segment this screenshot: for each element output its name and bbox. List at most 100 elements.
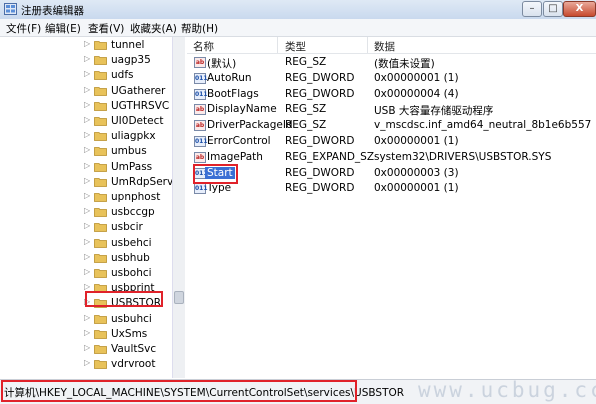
tree-item-label: UGTHRSVC	[111, 99, 170, 112]
tree-item[interactable]: ▷ tunnel	[84, 38, 172, 53]
folder-icon	[94, 101, 107, 111]
menu-help[interactable]: 帮助(H)	[181, 21, 218, 36]
path-highlight-box	[1, 380, 357, 402]
menu-edit[interactable]: 编辑(E)	[45, 21, 81, 36]
start-value-highlight-box	[193, 164, 238, 184]
tree-item[interactable]: ▷ UmPass	[84, 160, 172, 175]
expand-arrow-icon[interactable]: ▷	[84, 54, 90, 63]
tree-item-label: tunnel	[111, 39, 145, 51]
expand-arrow-icon[interactable]: ▷	[84, 328, 90, 337]
folder-icon	[94, 41, 107, 50]
tree-item[interactable]: ▷ vdrvroot	[84, 357, 172, 372]
minimize-button[interactable]: –	[522, 1, 542, 17]
tree-item-label: usbcir	[111, 221, 143, 234]
folder-icon	[94, 177, 107, 187]
registry-value-row[interactable]: ab DriverPackageId REG_SZ v_mscdsc.inf_amd6…	[187, 118, 596, 134]
registry-value-row[interactable]: ab (默认) REG_SZ (数值未设置)	[187, 55, 596, 71]
tree-item[interactable]: ▷ umbus	[84, 144, 172, 159]
folder-icon	[94, 360, 107, 370]
tree-item[interactable]: ▷ usbccgp	[84, 205, 172, 220]
expand-arrow-icon[interactable]: ▷	[84, 267, 90, 276]
folder-icon	[94, 56, 107, 66]
value-list-header: 名称 类型 数据	[187, 37, 596, 54]
value-data: v_mscdsc.inf_amd64_neutral_8b1e6b55729c3…	[374, 119, 592, 132]
folder-icon	[94, 162, 107, 172]
expand-arrow-icon[interactable]: ▷	[84, 161, 90, 170]
folder-icon	[94, 269, 107, 278]
tree-item[interactable]: ▷ UI0Detect	[84, 114, 172, 129]
tree-item[interactable]: ▷ UxSms	[84, 327, 172, 342]
value-name: Type	[207, 182, 232, 195]
tree-item[interactable]: ▷ uagp35	[84, 53, 172, 68]
expand-arrow-icon[interactable]: ▷	[84, 191, 90, 200]
expand-arrow-icon[interactable]: ▷	[84, 221, 90, 230]
tree-item[interactable]: ▷ usbehci	[84, 236, 172, 251]
tree-item[interactable]: ▷ upnphost	[84, 190, 172, 205]
value-name: AutoRun	[207, 71, 252, 84]
registry-value-row[interactable]: 011 Start REG_DWORD 0x00000003 (3)	[187, 166, 596, 182]
expand-arrow-icon[interactable]: ▷	[84, 237, 90, 246]
registry-value-row[interactable]: 011 AutoRun REG_DWORD 0x00000001 (1)	[187, 71, 596, 87]
expand-arrow-icon[interactable]: ▷	[84, 358, 90, 367]
column-name-header[interactable]: 名称	[193, 39, 214, 54]
expand-arrow-icon[interactable]: ▷	[84, 206, 90, 215]
value-data: USB 大容量存储驱动程序	[374, 105, 494, 118]
value-name: ErrorControl	[207, 135, 271, 147]
expand-arrow-icon[interactable]: ▷	[84, 343, 90, 352]
title-bar: 注册表编辑器 – □ X	[0, 0, 596, 20]
tree-scrollbar[interactable]	[172, 37, 185, 378]
registry-value-row[interactable]: ab ImagePath REG_EXPAND_SZ system32\DRIVERS…	[187, 150, 596, 166]
tree-item-label: usbhub	[111, 251, 150, 264]
string-value-icon: ab	[194, 104, 206, 116]
folder-icon	[94, 71, 107, 81]
tree-item[interactable]: ▷ usbohci	[84, 266, 172, 281]
expand-arrow-icon[interactable]: ▷	[84, 115, 90, 124]
tree-item[interactable]: ▷ usbcir	[84, 220, 172, 235]
tree-item[interactable]: ▷ UGTHRSVC	[84, 99, 172, 114]
expand-arrow-icon[interactable]: ▷	[84, 252, 90, 261]
folder-icon	[94, 238, 107, 248]
value-data: 0x00000003 (3)	[374, 166, 459, 179]
tree-item[interactable]: ▷ udfs	[84, 68, 172, 83]
expand-arrow-icon[interactable]: ▷	[84, 130, 90, 139]
column-divider[interactable]	[367, 37, 368, 53]
tree-item[interactable]: ▷ uliagpkx	[84, 129, 172, 144]
expand-arrow-icon[interactable]: ▷	[84, 69, 90, 78]
tree-scrollbar-thumb[interactable]	[174, 291, 184, 304]
tree-item[interactable]: ▷ VaultSvc	[84, 342, 172, 357]
close-button[interactable]: X	[563, 1, 596, 17]
column-type-header[interactable]: 类型	[285, 39, 306, 54]
menu-file[interactable]: 文件(F)	[6, 21, 41, 36]
menu-view[interactable]: 查看(V)	[88, 21, 124, 36]
tree-item[interactable]: ▷ UGatherer	[84, 84, 172, 99]
tree-item-label: vdrvroot	[111, 358, 156, 371]
binary-value-icon: 011	[194, 72, 208, 84]
menu-bar: 文件(F) 编辑(E) 查看(V) 收藏夹(A) 帮助(H)	[0, 19, 596, 37]
value-type: REG_DWORD	[285, 166, 355, 179]
tree-item[interactable]: ▷ usbhub	[84, 251, 172, 266]
column-divider[interactable]	[277, 37, 278, 53]
tree-item[interactable]: ▷ usbuhci	[84, 312, 172, 327]
registry-value-row[interactable]: 011 BootFlags REG_DWORD 0x00000004 (4)	[187, 87, 596, 103]
expand-arrow-icon[interactable]: ▷	[84, 176, 90, 185]
expand-arrow-icon[interactable]: ▷	[84, 100, 90, 109]
tree-item-label: udfs	[111, 69, 134, 82]
registry-value-row[interactable]: 011 ErrorControl REG_DWORD 0x00000001 (1)	[187, 134, 596, 150]
expand-arrow-icon[interactable]: ▷	[84, 85, 90, 94]
expand-arrow-icon[interactable]: ▷	[84, 145, 90, 154]
expand-arrow-icon[interactable]: ▷	[84, 39, 90, 48]
tree-item-label: usbehci	[111, 236, 152, 249]
binary-value-icon: 011	[194, 183, 208, 195]
folder-icon	[94, 314, 107, 324]
tree-item-label: usbccgp	[111, 206, 155, 219]
maximize-button[interactable]: □	[543, 1, 563, 17]
registry-key-tree[interactable]: ▷ tunnel ▷ uagp35 ▷ udfs ▷ UGatherer ▷ UGTHRSVC ▷ U…	[0, 37, 185, 378]
folder-icon	[94, 117, 107, 126]
registry-value-row[interactable]: ab DisplayName REG_SZ USB 大容量存储驱动程序	[187, 102, 596, 118]
tree-item[interactable]: ▷ UmRdpService	[84, 175, 184, 190]
menu-favorites[interactable]: 收藏夹(A)	[130, 21, 177, 36]
expand-arrow-icon[interactable]: ▷	[84, 313, 90, 322]
column-data-header[interactable]: 数据	[374, 39, 395, 54]
registry-value-row[interactable]: 011 Type REG_DWORD 0x00000001 (1)	[187, 181, 596, 197]
expand-arrow-icon[interactable]: ▷	[84, 282, 90, 291]
